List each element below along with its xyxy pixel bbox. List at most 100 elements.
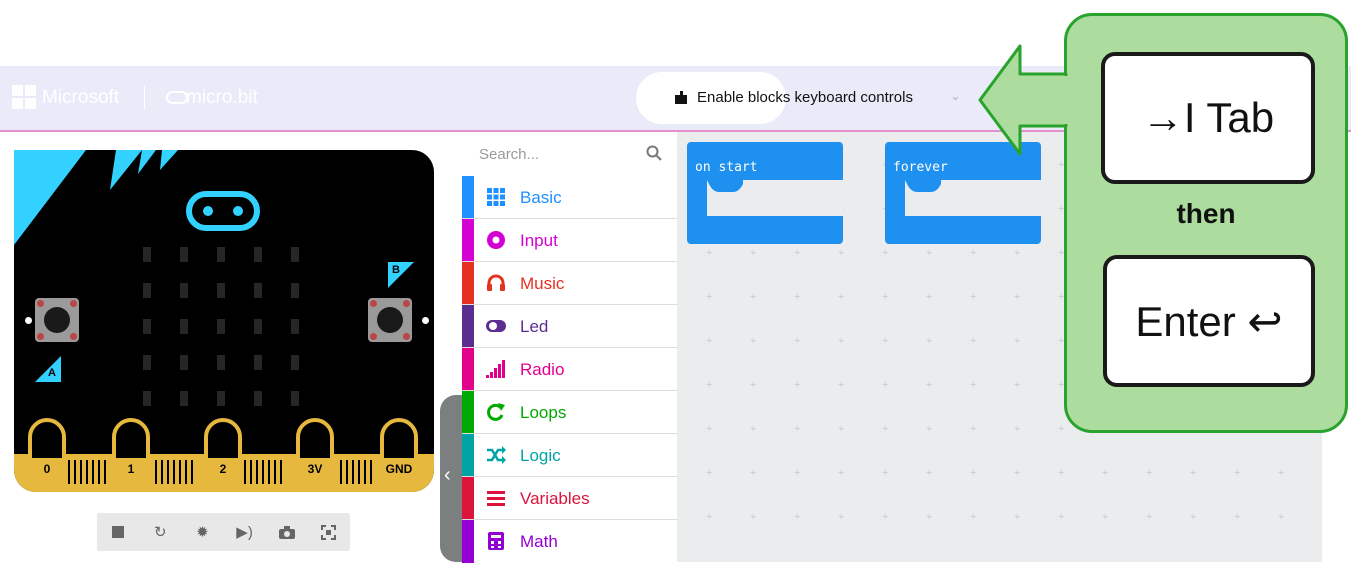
category-math[interactable]: Math — [462, 520, 677, 563]
pin-label: 1 — [127, 462, 135, 476]
led — [143, 247, 151, 262]
debug-icon[interactable]: ✹ — [185, 517, 219, 547]
grid-mark: + — [794, 335, 801, 347]
grid-mark: + — [926, 423, 933, 435]
grid-mark: + — [838, 247, 845, 259]
microsoft-brand-text[interactable]: Microsoft — [42, 86, 119, 110]
grid-mark: + — [838, 511, 845, 523]
search-icon[interactable] — [646, 145, 662, 161]
button-b-label: B — [392, 264, 400, 276]
category-radio[interactable]: Radio — [462, 348, 677, 391]
grid-mark: + — [1014, 511, 1021, 523]
microbit-logo-icon[interactable] — [166, 91, 188, 104]
category-label: Music — [520, 274, 565, 293]
board-edge-dot — [422, 317, 429, 324]
category-logic[interactable]: Logic — [462, 434, 677, 477]
grid-mark: + — [1014, 335, 1021, 347]
screenshot-icon[interactable] — [270, 517, 304, 547]
grid-mark: + — [706, 379, 713, 391]
grid-mark: + — [1058, 511, 1065, 523]
logo-right-dot — [233, 206, 243, 216]
grid-mark: + — [1146, 467, 1153, 479]
grid-mark: + — [882, 379, 889, 391]
led — [254, 391, 262, 406]
chevron-left-icon[interactable]: ‹ — [444, 464, 451, 487]
grid-mark: + — [1014, 379, 1021, 391]
grid-mark: + — [882, 423, 889, 435]
restart-icon[interactable]: ↻ — [143, 517, 177, 547]
grid-mark: + — [926, 511, 933, 523]
grid-mark: + — [1014, 467, 1021, 479]
enable-keyboard-controls-button[interactable]: Enable blocks keyboard controls — [697, 89, 913, 107]
category-basic[interactable]: Basic — [462, 176, 677, 219]
pin-1-pad[interactable] — [112, 418, 150, 462]
loop-arrow-icon — [487, 403, 505, 421]
button-a-label: A — [48, 367, 56, 379]
grid-mark: + — [706, 511, 713, 523]
microbit-brand-text[interactable]: micro.bit — [186, 86, 258, 110]
grid-mark: + — [706, 335, 713, 347]
led — [291, 319, 299, 334]
grid-mark: + — [1278, 467, 1285, 479]
led — [291, 283, 299, 298]
mute-icon[interactable]: ▶) — [228, 517, 262, 547]
grid-mark: + — [970, 379, 977, 391]
grid-mark: + — [838, 423, 845, 435]
arrow-left-icon — [978, 44, 1068, 156]
grid-mark: + — [838, 291, 845, 303]
category-led[interactable]: Led — [462, 305, 677, 348]
category-music[interactable]: Music — [462, 262, 677, 305]
category-loops[interactable]: Loops — [462, 391, 677, 434]
signal-bars-icon — [486, 360, 505, 378]
led — [291, 247, 299, 262]
category-label: Logic — [520, 446, 561, 465]
pin-gnd-pad[interactable] — [380, 418, 418, 462]
grid-mark: + — [1234, 467, 1241, 479]
chevron-down-icon[interactable]: ⌄ — [950, 88, 961, 104]
led — [254, 355, 262, 370]
led — [217, 283, 225, 298]
category-input[interactable]: Input — [462, 219, 677, 262]
grid-mark: + — [1014, 423, 1021, 435]
category-label: Variables — [520, 489, 590, 508]
microsoft-logo-icon[interactable] — [12, 85, 36, 109]
grid-mark: + — [794, 467, 801, 479]
stop-icon[interactable] — [101, 517, 135, 547]
category-label: Math — [520, 532, 558, 551]
grid-mark: + — [882, 247, 889, 259]
header-divider — [144, 86, 145, 110]
grid-mark: + — [706, 423, 713, 435]
category-variables[interactable]: Variables — [462, 477, 677, 520]
grid-mark: + — [794, 511, 801, 523]
shuffle-icon — [487, 446, 506, 464]
simulator-toolbar: ↻ ✹ ▶) — [97, 513, 350, 551]
led — [291, 355, 299, 370]
led — [180, 283, 188, 298]
led — [180, 247, 188, 262]
pin-3v-pad[interactable] — [296, 418, 334, 462]
grid-mark: + — [750, 511, 757, 523]
grid-mark: + — [1058, 423, 1065, 435]
circle-icon — [487, 231, 505, 249]
fullscreen-icon[interactable] — [312, 517, 346, 547]
logo-left-dot — [203, 206, 213, 216]
button-a[interactable] — [35, 298, 79, 342]
grid-mark: + — [1014, 247, 1021, 259]
button-b[interactable] — [368, 298, 412, 342]
grid-mark: + — [1058, 467, 1065, 479]
enter-key: Enter ↩ — [1103, 255, 1315, 387]
pin-2-pad[interactable] — [204, 418, 242, 462]
touch-logo-icon[interactable] — [186, 191, 260, 231]
grid-mark: + — [750, 247, 757, 259]
led — [217, 247, 225, 262]
category-label: Input — [520, 231, 558, 250]
grid-mark: + — [1146, 511, 1153, 523]
grid-mark: + — [750, 291, 757, 303]
block-label: on start — [695, 160, 758, 175]
category-label: Loops — [520, 403, 567, 422]
pin-label: 0 — [43, 462, 51, 476]
pin-0-pad[interactable] — [28, 418, 66, 462]
grid-mark: + — [838, 335, 845, 347]
grid-mark: + — [750, 467, 757, 479]
lines-icon — [487, 491, 505, 506]
